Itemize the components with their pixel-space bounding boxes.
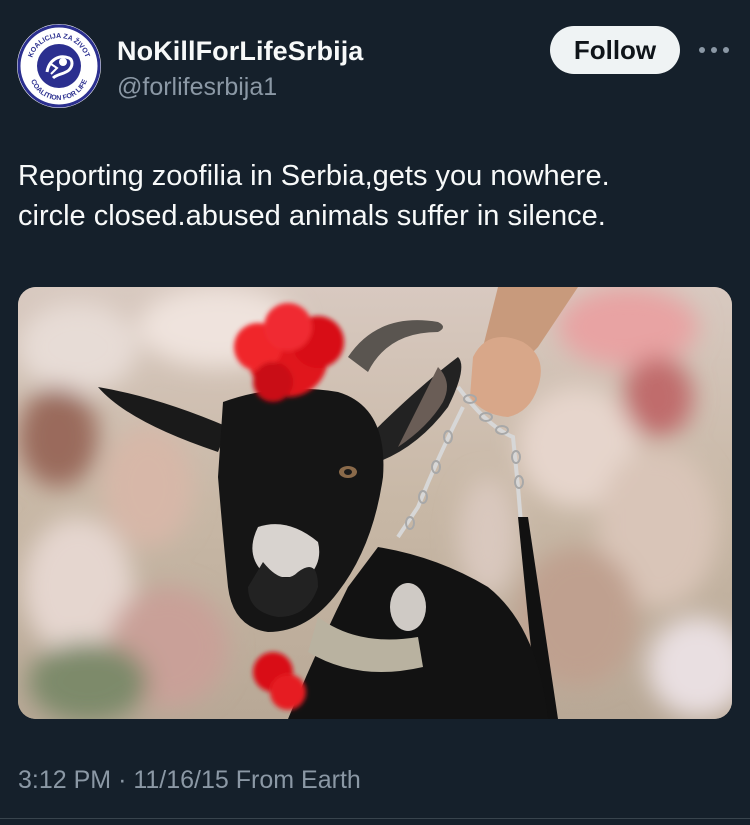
more-horizontal-icon	[699, 47, 729, 53]
meta-separator: ·	[118, 766, 127, 794]
tweet-header: KOALICIJA ZA ŽIVOT COALITION FOR LIFE No…	[0, 0, 750, 130]
avatar[interactable]: KOALICIJA ZA ŽIVOT COALITION FOR LIFE	[17, 24, 101, 108]
tweet-metadata: 3:12 PM · 11/16/15 From Earth	[18, 766, 361, 795]
tweet-time[interactable]: 3:12 PM	[18, 766, 111, 794]
tweet-source: From Earth	[235, 766, 361, 794]
goat-photo-icon	[18, 287, 732, 719]
more-options-button[interactable]	[692, 34, 736, 66]
tweet-text: Reporting zoofilia in Serbia,gets you no…	[18, 160, 610, 232]
author-handle[interactable]: @forlifesrbija1	[117, 73, 277, 102]
tweet-media-photo[interactable]	[18, 287, 732, 719]
author-display-name[interactable]: NoKillForLifeSrbija	[117, 36, 363, 67]
divider	[0, 818, 750, 819]
avatar-logo-icon: KOALICIJA ZA ŽIVOT COALITION FOR LIFE	[17, 24, 101, 108]
tweet-date[interactable]: 11/16/15	[133, 766, 228, 794]
follow-button[interactable]: Follow	[550, 26, 680, 74]
